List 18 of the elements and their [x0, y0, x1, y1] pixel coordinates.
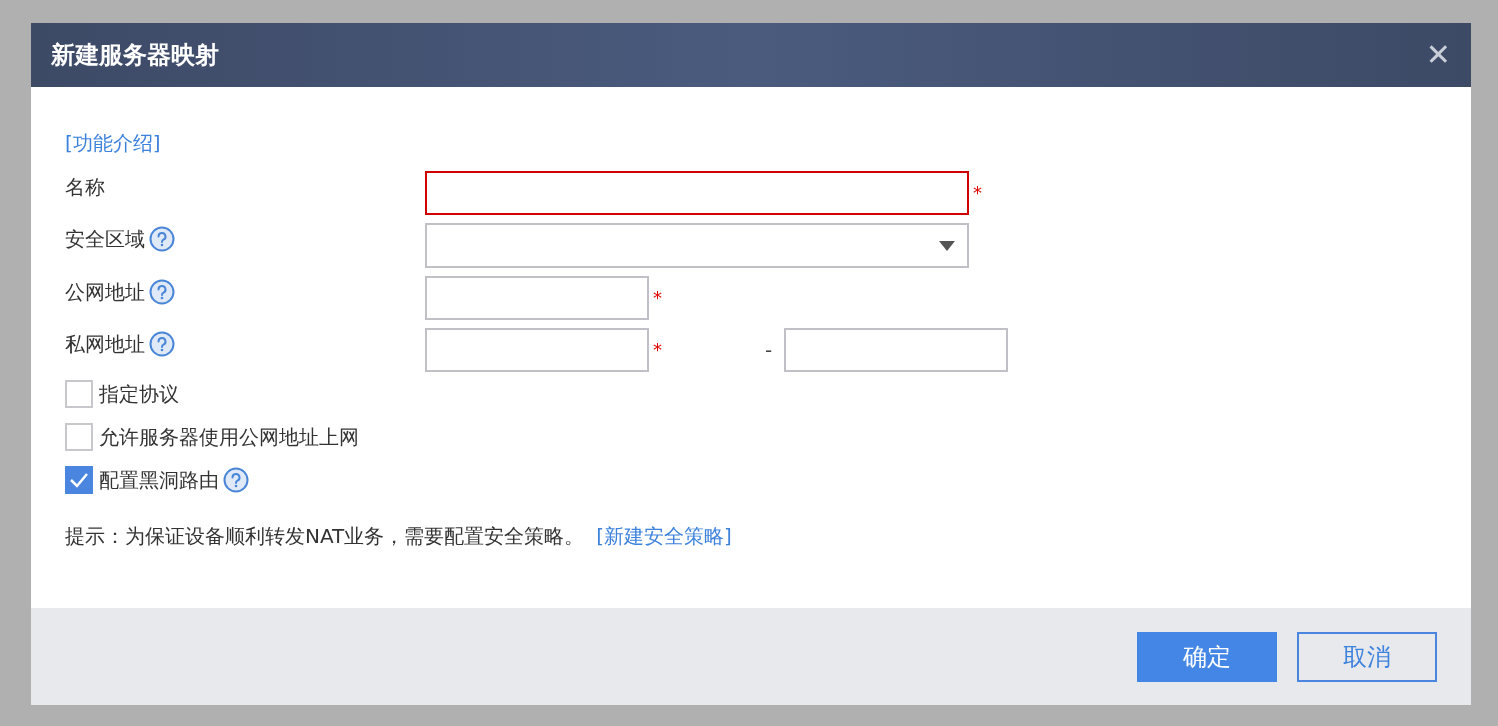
field-label: 私网地址 — [65, 331, 145, 358]
checkbox-label: 指定协议 — [99, 381, 179, 408]
checkbox-label: 配置黑洞路由 — [99, 467, 219, 494]
range-separator: - — [765, 337, 773, 364]
dialog-title: 新建服务器映射 — [51, 40, 219, 71]
required-asterisk: * — [653, 341, 663, 359]
new-policy-link[interactable]: [新建安全策略] — [596, 522, 732, 550]
hint-text: 提示：为保证设备顺利转发NAT业务，需要配置安全策略。 — [65, 523, 585, 550]
field-label: 名称 — [65, 174, 105, 201]
feature-intro-link[interactable]: [功能介绍] — [65, 131, 161, 155]
required-asterisk: * — [653, 289, 663, 307]
checkbox-label: 允许服务器使用公网地址上网 — [99, 424, 359, 451]
confirm-button[interactable]: 确定 — [1137, 631, 1277, 682]
field-label: 安全区域 — [65, 226, 145, 253]
field-label: 公网地址 — [65, 279, 145, 306]
required-asterisk: * — [973, 184, 983, 202]
close-button[interactable]: ✕ — [1425, 40, 1451, 70]
cancel-button[interactable]: 取消 — [1297, 631, 1437, 682]
